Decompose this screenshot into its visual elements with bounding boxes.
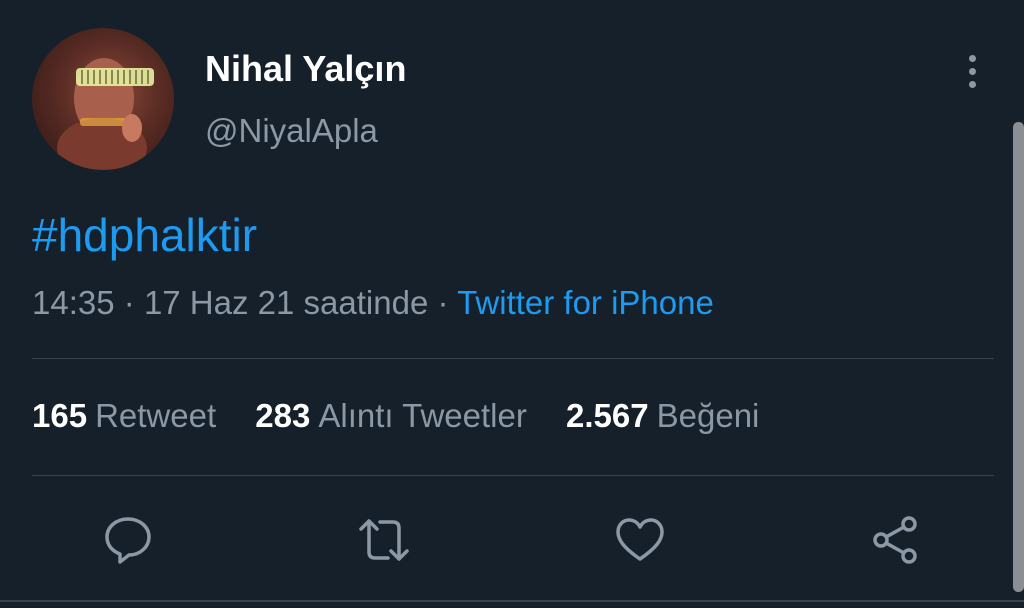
author-handle[interactable]: @NiyalApla bbox=[205, 112, 378, 150]
like-button[interactable] bbox=[614, 514, 666, 566]
quote-label: Alıntı Tweetler bbox=[318, 397, 527, 434]
retweet-label: Retweet bbox=[95, 397, 217, 434]
like-icon bbox=[616, 518, 664, 561]
avatar[interactable] bbox=[32, 28, 174, 170]
like-count: 2.567 bbox=[566, 397, 649, 434]
retweet-button[interactable] bbox=[358, 514, 410, 566]
author-display-name[interactable]: Nihal Yalçın bbox=[205, 48, 406, 90]
tweet-source[interactable]: Twitter for iPhone bbox=[457, 284, 714, 321]
retweet-count: 165 bbox=[32, 397, 88, 434]
tweet-meta: 14:35 · 17 Haz 21 saatinde · Twitter for… bbox=[32, 284, 714, 322]
like-stat[interactable]: 2.567 Beğeni bbox=[566, 397, 759, 435]
tweet-detail: Nihal Yalçın @NiyalApla #hdphalktir 14:3… bbox=[0, 0, 1024, 608]
tweet-time[interactable]: 14:35 bbox=[32, 284, 115, 321]
retweet-icon bbox=[359, 519, 409, 561]
avatar-image bbox=[57, 58, 154, 170]
scrollbar[interactable] bbox=[1013, 122, 1024, 592]
more-options-icon[interactable] bbox=[958, 52, 986, 92]
divider bbox=[32, 358, 994, 359]
tweet-hashtag[interactable]: #hdphalktir bbox=[32, 208, 257, 262]
tweet-date[interactable]: 17 Haz 21 saatinde bbox=[144, 284, 428, 321]
share-icon bbox=[873, 516, 917, 564]
reply-button[interactable] bbox=[102, 514, 154, 566]
tweet-stats: 165 Retweet 283 Alıntı Tweetler 2.567 Beğen… bbox=[32, 397, 789, 435]
share-button[interactable] bbox=[870, 514, 922, 566]
quote-stat[interactable]: 283 Alıntı Tweetler bbox=[255, 397, 527, 435]
like-label: Beğeni bbox=[656, 397, 760, 434]
retweet-stat[interactable]: 165 Retweet bbox=[32, 397, 216, 435]
quote-count: 283 bbox=[255, 397, 311, 434]
meta-separator: · bbox=[123, 284, 135, 321]
reply-icon bbox=[105, 517, 151, 564]
bottom-divider bbox=[0, 600, 1024, 602]
divider bbox=[32, 475, 994, 476]
meta-separator: · bbox=[437, 284, 449, 321]
